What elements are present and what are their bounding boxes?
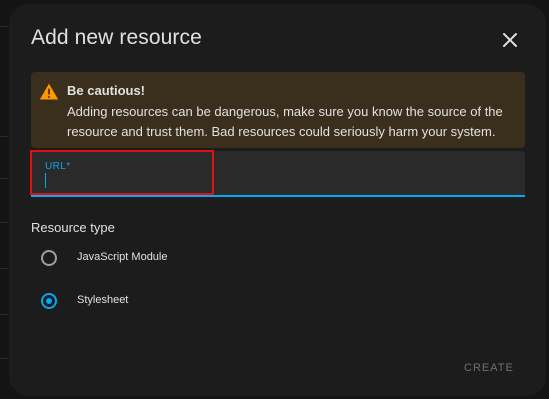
radio-label: Stylesheet — [77, 294, 129, 306]
radio-button-selected[interactable] — [41, 293, 57, 309]
close-button[interactable] — [498, 28, 522, 52]
warning-alert: Be cautious! Adding resources can be dan… — [31, 72, 525, 148]
alert-title: Be cautious! — [67, 83, 146, 98]
radio-option-javascript-module[interactable]: JavaScript Module — [41, 250, 341, 272]
background-divider — [0, 136, 8, 137]
text-cursor — [45, 173, 46, 188]
radio-option-stylesheet[interactable]: Stylesheet — [41, 293, 341, 315]
background-divider — [0, 268, 8, 269]
background-divider — [0, 358, 8, 359]
background-divider — [0, 314, 8, 315]
url-field[interactable]: URL* — [31, 151, 525, 197]
background-divider — [0, 222, 8, 223]
warning-icon — [39, 83, 59, 100]
radio-button[interactable] — [41, 250, 57, 266]
radio-label: JavaScript Module — [77, 251, 168, 263]
url-input[interactable] — [43, 173, 507, 191]
alert-message: Adding resources can be dangerous, make … — [67, 104, 503, 139]
background-divider — [0, 178, 8, 179]
resource-type-label: Resource type — [31, 220, 115, 235]
url-field-label: URL* — [45, 161, 71, 172]
background-divider — [0, 26, 8, 27]
create-button[interactable]: CREATE — [464, 362, 514, 374]
close-icon — [503, 33, 517, 47]
dialog-title: Add new resource — [31, 26, 202, 49]
add-resource-dialog: Add new resource Be cautious! Adding res… — [9, 4, 546, 396]
